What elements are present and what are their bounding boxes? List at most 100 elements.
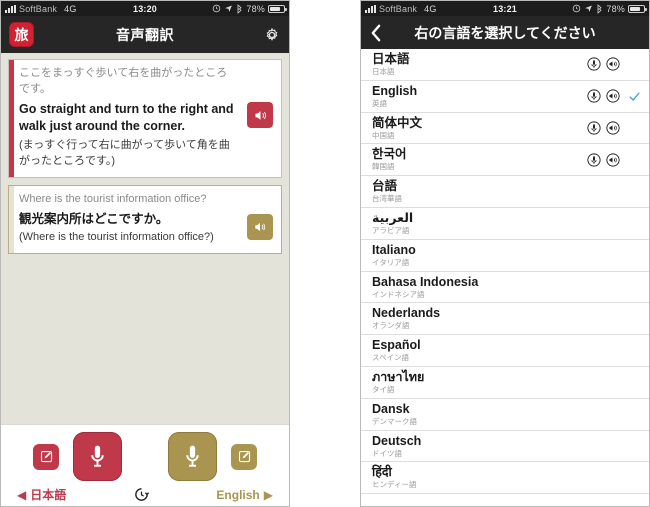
language-labels: العربية アラビア語 <box>372 211 413 236</box>
microphone-circle-icon[interactable] <box>587 89 601 103</box>
right-microphone-button[interactable] <box>168 432 217 481</box>
gear-icon[interactable] <box>263 26 281 44</box>
left-arrow-glyph: ◀ <box>17 487 27 502</box>
language-row-actions <box>587 57 641 71</box>
language-name: Dansk <box>372 401 410 416</box>
language-labels: Dansk デンマーク語 <box>372 402 417 427</box>
language-row-actions <box>625 376 641 389</box>
language-name: Bahasa Indonesia <box>372 274 479 289</box>
language-labels: Español スペイン語 <box>372 338 421 363</box>
language-list-item[interactable]: Deutsch ドイツ語 <box>361 431 649 463</box>
card-accent-bar <box>9 185 14 254</box>
language-name: Deutsch <box>372 433 422 448</box>
language-row-actions <box>625 471 641 484</box>
card-back-translation: (まっすぐ行って右に曲がって歩いて角を曲がったところです。) <box>19 138 230 167</box>
speaker-circle-icon[interactable] <box>606 121 620 135</box>
speaker-icon[interactable] <box>247 102 273 128</box>
language-subtitle: 日本語 <box>372 67 395 77</box>
right-navbar: 右の言語を選択してください <box>361 16 649 49</box>
language-list-item[interactable]: Nederlands オランダ語 <box>361 303 649 336</box>
language-list-item[interactable]: 台語 台湾華語 <box>361 176 649 208</box>
language-name: हिंदी <box>372 465 392 480</box>
language-name: 简体中文 <box>372 115 423 130</box>
clock-label: 13:21 <box>492 3 518 14</box>
language-row-actions <box>625 408 641 421</box>
language-labels: English 英語 <box>372 84 417 109</box>
battery-icon <box>628 4 647 13</box>
right-arrow-glyph: ▶ <box>263 487 273 502</box>
right-language-label: English <box>216 487 260 502</box>
language-subtitle: デンマーク語 <box>372 416 417 426</box>
language-row-actions <box>625 439 641 452</box>
language-list-item[interactable]: 简体中文 中国語 <box>361 113 649 145</box>
left-navbar: 旅 音声翻訳 <box>1 16 289 53</box>
microphone-circle-icon[interactable] <box>587 153 601 167</box>
language-row-actions <box>587 153 641 167</box>
language-row-actions <box>625 185 641 198</box>
history-clock-icon[interactable] <box>133 486 150 503</box>
language-labels: Bahasa Indonesia インドネシア語 <box>372 275 478 300</box>
language-subtitle: インドネシア語 <box>372 289 425 299</box>
language-subtitle: 台湾華語 <box>372 194 402 204</box>
speaker-icon[interactable] <box>247 213 273 240</box>
language-name: Italiano <box>372 242 416 257</box>
bottom-toolbar: ◀ 日本語 English ▶ <box>1 424 289 506</box>
language-list-item[interactable]: Italiano イタリア語 <box>361 240 649 272</box>
language-name: 日本語 <box>372 52 410 67</box>
language-subtitle: 英語 <box>372 98 387 108</box>
language-name: English <box>372 83 418 98</box>
conversation-area[interactable]: ここをまっすぐ歩いて右を曲がったところです。 Go straight and t… <box>1 53 289 424</box>
speaker-glyph-icon <box>255 222 266 231</box>
microphone-icon <box>91 445 104 467</box>
left-text-input-button[interactable] <box>33 443 59 470</box>
microphone-circle-icon[interactable] <box>587 121 601 135</box>
language-list-item[interactable]: 日本語 日本語 <box>361 49 649 81</box>
language-list-item[interactable]: 한국어 韓国語 <box>361 144 649 177</box>
right-phone-screen: SoftBank 4G 13:21 78% 右の言語を選択してください 日本語 … <box>360 0 650 507</box>
check-icon <box>629 92 640 101</box>
chevron-left-icon[interactable] <box>370 24 381 42</box>
language-list-item[interactable]: ภาษาไทย タイ語 <box>361 367 649 399</box>
translation-card[interactable]: ここをまっすぐ歩いて右を曲がったところです。 Go straight and t… <box>8 59 282 178</box>
language-labels: ภาษาไทย タイ語 <box>372 370 424 395</box>
left-language-selector[interactable]: ◀ 日本語 <box>17 486 66 503</box>
language-list-item[interactable]: Bahasa Indonesia インドネシア語 <box>361 272 649 304</box>
translation-card[interactable]: Where is the tourist information office?… <box>8 184 282 255</box>
language-labels: Nederlands オランダ語 <box>372 306 440 331</box>
language-subtitle: オランダ語 <box>372 321 410 331</box>
language-row-actions <box>587 89 641 103</box>
language-subtitle: タイ語 <box>372 384 395 394</box>
page-title: 右の言語を選択してください <box>414 24 596 41</box>
language-subtitle: ヒンディー語 <box>372 480 417 490</box>
language-name: 한국어 <box>372 147 407 162</box>
screenshot-root: SoftBank 4G 13:20 78% 旅 音声翻訳 ここをまっすぐ歩いて右… <box>0 0 650 507</box>
left-microphone-button[interactable] <box>73 432 122 481</box>
language-list-item[interactable]: Español スペイン語 <box>361 335 649 367</box>
edit-note-icon <box>238 450 250 463</box>
language-list-item[interactable]: Dansk デンマーク語 <box>361 399 649 431</box>
language-list-item[interactable]: English 英語 <box>361 81 649 113</box>
language-subtitle: イタリア語 <box>372 257 410 267</box>
app-logo-badge[interactable]: 旅 <box>9 22 34 47</box>
language-subtitle: アラビア語 <box>372 226 410 235</box>
right-text-input-button[interactable] <box>231 443 257 470</box>
language-list[interactable]: 日本語 日本語 English 英語简体中文 中国語 한국어 韓国語 台語 台湾華語 العربي… <box>361 49 649 506</box>
language-row-actions <box>625 249 641 262</box>
left-status-bar: SoftBank 4G 13:20 78% <box>1 1 289 16</box>
card-translated-text: Go straight and turn to the right and wa… <box>19 101 234 134</box>
card-translated-text: 観光案内所はどこですか。 <box>19 211 169 226</box>
language-list-item[interactable]: العربية アラビア語 <box>361 208 649 240</box>
right-language-selector[interactable]: English ▶ <box>216 488 273 502</box>
speaker-circle-icon[interactable] <box>606 57 620 71</box>
language-subtitle: スペイン語 <box>372 353 409 363</box>
microphone-circle-icon[interactable] <box>587 57 601 71</box>
speaker-circle-icon[interactable] <box>606 89 620 103</box>
clock-label: 13:20 <box>132 3 158 14</box>
language-list-item[interactable]: हिंदी ヒンディー語 <box>361 462 649 495</box>
microphone-icon <box>186 445 199 467</box>
language-row-actions <box>625 344 641 357</box>
right-status-bar: SoftBank 4G 13:21 78% <box>361 1 649 16</box>
bottom-button-row <box>1 425 289 481</box>
speaker-circle-icon[interactable] <box>606 153 620 167</box>
language-row-actions <box>625 217 641 230</box>
